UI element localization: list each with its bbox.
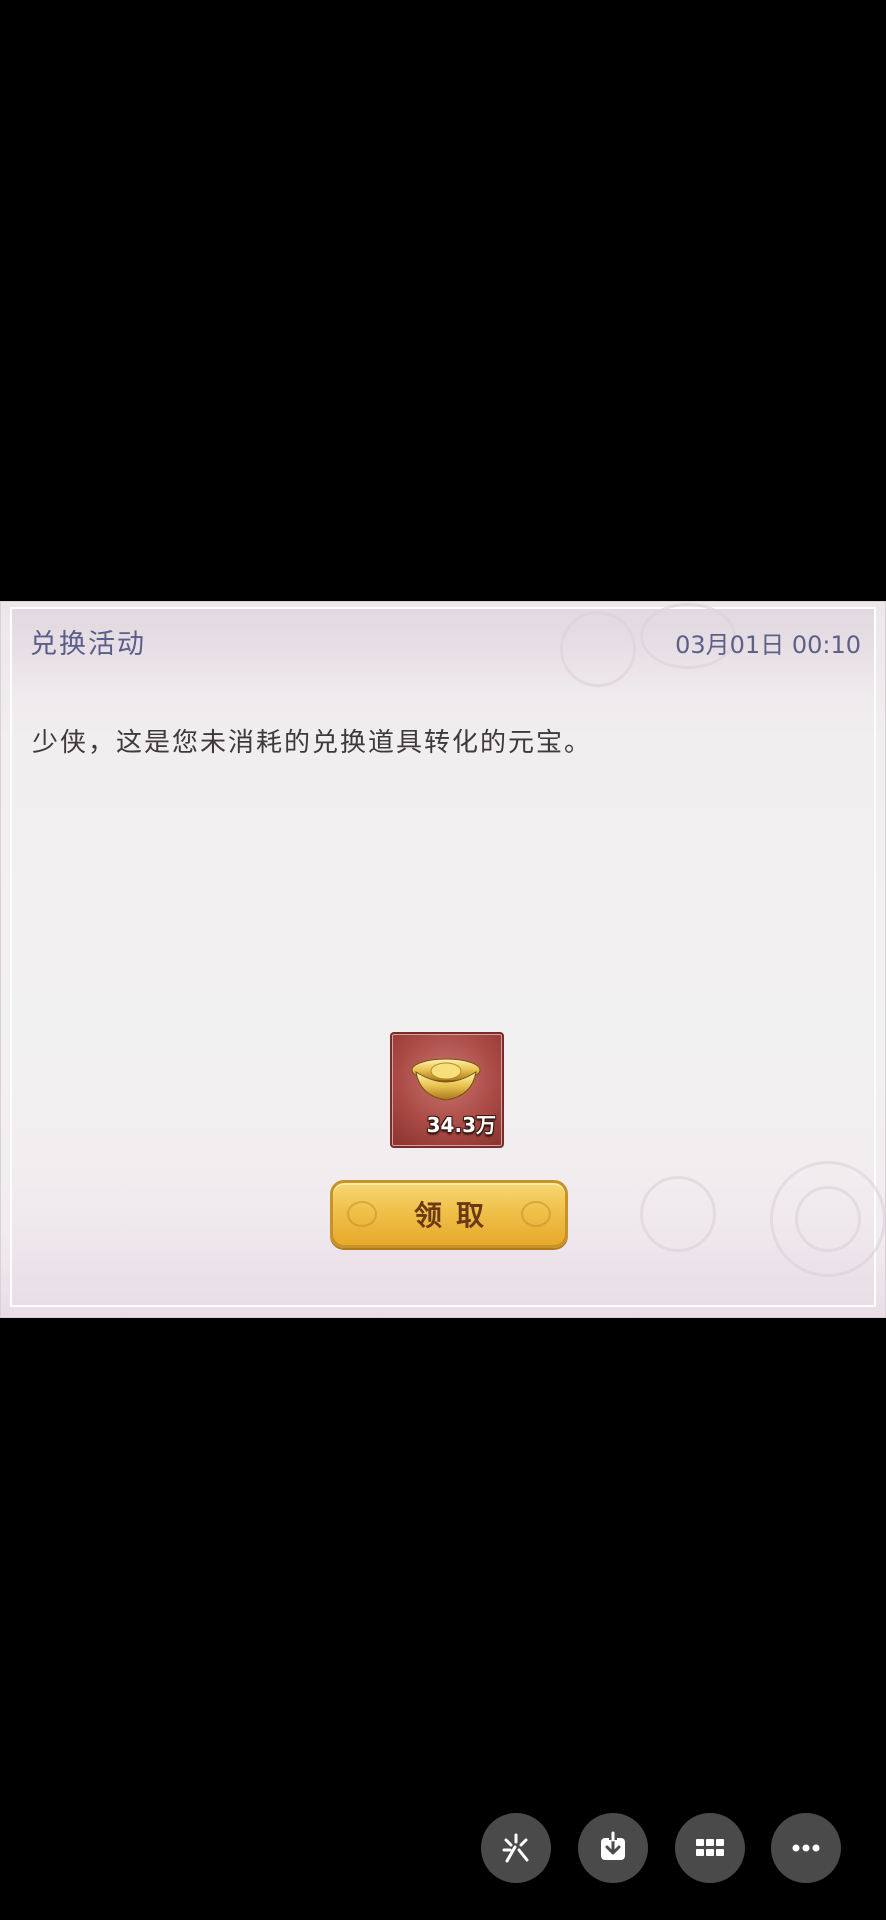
screen: 兑换活动 03月01日 00:10 少侠，这是您未消耗的兑换道具转化的元宝。 3… (0, 0, 886, 1920)
download-button[interactable] (578, 1813, 648, 1883)
claim-button[interactable]: 领取 (330, 1180, 568, 1248)
cloud-decoration (640, 1176, 716, 1252)
claim-button-label: 领取 (413, 1199, 498, 1232)
mail-body-text: 少侠，这是您未消耗的兑换道具转化的元宝。 (32, 728, 593, 758)
button-swirl-decoration (347, 1201, 377, 1227)
more-icon (792, 1844, 820, 1852)
gold-ingot-icon (411, 1058, 481, 1101)
cloud-decoration (560, 611, 636, 687)
magic-enhance-button[interactable] (481, 1813, 551, 1883)
magic-enhance-icon (502, 1833, 529, 1863)
cloud-decoration (795, 1186, 861, 1252)
grid-apps-icon (696, 1839, 724, 1856)
button-swirl-decoration (521, 1201, 551, 1227)
mail-title: 兑换活动 (30, 629, 146, 660)
grid-apps-button[interactable] (675, 1813, 745, 1883)
download-icon (601, 1831, 625, 1860)
reward-item-slot[interactable]: 34.3万 (390, 1032, 504, 1148)
mail-date: 03月01日 00:10 (675, 631, 861, 659)
reward-amount: 34.3万 (426, 1113, 496, 1137)
more-button[interactable] (771, 1813, 841, 1883)
